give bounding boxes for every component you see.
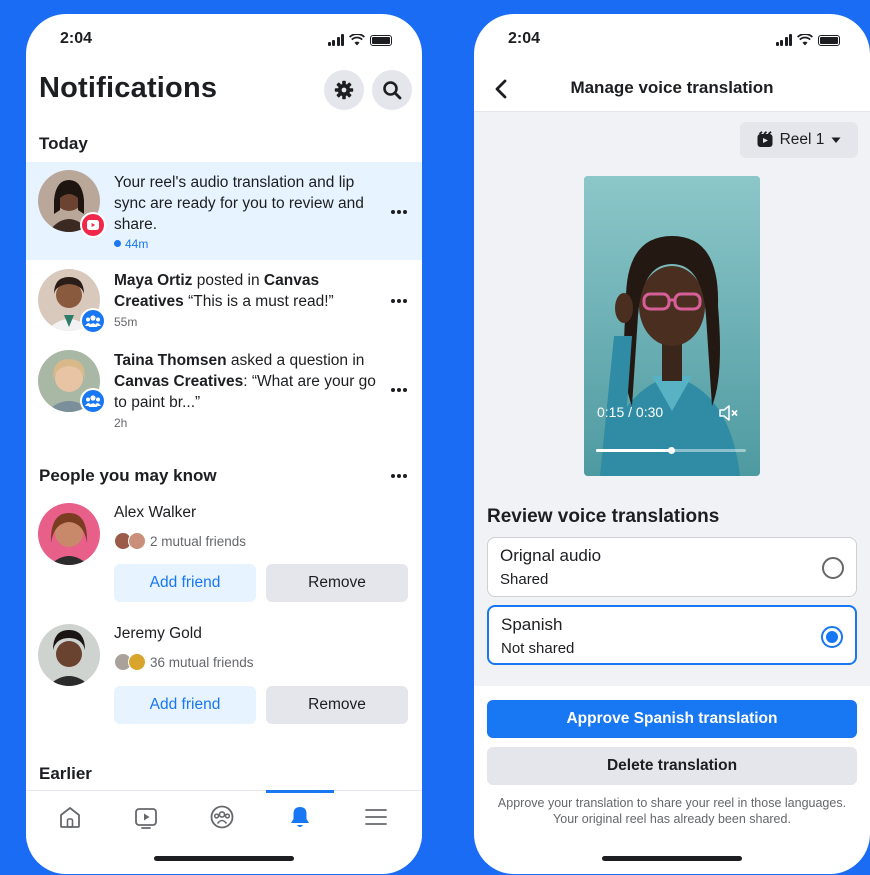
nav-header: Manage voice translation: [474, 66, 870, 112]
radio-button-selected[interactable]: [821, 626, 843, 648]
mutual-avatar: [128, 532, 146, 550]
mutual-friends: 36 mutual friends: [114, 653, 254, 671]
video-progress-track[interactable]: [596, 447, 746, 454]
status-bar: 2:04: [26, 30, 422, 54]
avatar: [38, 503, 100, 565]
home-indicator: [154, 856, 294, 861]
group-icon: [85, 315, 101, 327]
group-badge: [80, 308, 106, 334]
status-time: 2:04: [508, 30, 541, 47]
search-icon: [383, 81, 402, 100]
wifi-icon: [349, 34, 365, 46]
notification-time: 44m: [114, 237, 148, 251]
person-name[interactable]: Jeremy Gold: [114, 625, 202, 643]
more-options-button[interactable]: [389, 202, 409, 222]
bell-icon[interactable]: [286, 803, 314, 831]
signal-icon: [327, 34, 344, 46]
unread-dot: [114, 240, 121, 247]
reel-icon: [87, 220, 99, 230]
home-icon[interactable]: [56, 803, 84, 831]
notifications-screen: 2:04 Notifications Today Your reel's aud…: [26, 14, 422, 874]
mutual-avatar: [128, 653, 146, 671]
menu-icon[interactable]: [362, 803, 390, 831]
group-badge: [80, 388, 106, 414]
add-friend-button[interactable]: Add friend: [114, 564, 256, 602]
notification-item[interactable]: Maya Ortiz posted in Canvas Creatives “T…: [26, 264, 422, 338]
more-options-button[interactable]: [389, 291, 409, 311]
home-indicator: [602, 856, 742, 861]
video-player[interactable]: 0:15 / 0:30: [584, 176, 760, 476]
gear-icon: [334, 80, 354, 100]
notification-time: 55m: [114, 315, 138, 329]
radio-button[interactable]: [822, 557, 844, 579]
settings-button[interactable]: [324, 70, 364, 110]
mute-icon[interactable]: [718, 404, 740, 422]
groups-icon[interactable]: [208, 803, 236, 831]
group-icon: [85, 395, 101, 407]
search-button[interactable]: [372, 70, 412, 110]
avatar: [38, 624, 100, 686]
wifi-icon: [797, 34, 813, 46]
remove-button[interactable]: Remove: [266, 686, 408, 724]
notification-text: Maya Ortiz posted in Canvas Creatives “T…: [114, 272, 334, 310]
video-icon[interactable]: [132, 803, 160, 831]
section-earlier: Earlier: [39, 764, 92, 783]
option-spanish[interactable]: Spanish Not shared: [487, 605, 857, 665]
video-progress-fill: [596, 449, 671, 452]
delete-translation-button[interactable]: Delete translation: [487, 747, 857, 785]
status-time: 2:04: [60, 30, 93, 47]
pymk-more-button[interactable]: [389, 466, 409, 486]
section-today: Today: [39, 134, 88, 153]
reel-selector[interactable]: Reel 1: [740, 122, 858, 158]
mutual-friends: 2 mutual friends: [114, 532, 246, 550]
video-frame: [584, 176, 760, 476]
option-label: Orignal audio: [500, 546, 602, 565]
reel-badge: [80, 212, 106, 238]
person-name[interactable]: Alex Walker: [114, 504, 196, 522]
notification-item[interactable]: Taina Thomsen asked a question in Canvas…: [26, 344, 422, 434]
remove-button[interactable]: Remove: [266, 564, 408, 602]
option-label: Spanish: [501, 615, 563, 634]
approve-translation-button[interactable]: Approve Spanish translation: [487, 700, 857, 738]
section-review-voice-translations: Review voice translations: [487, 506, 720, 527]
page-title: Manage voice translation: [570, 78, 774, 97]
video-progress-handle[interactable]: [668, 447, 675, 454]
footnote-text: Approve your translation to share your r…: [497, 796, 847, 826]
manage-voice-translation-screen: 2:04 Manage voice translation Reel 1 0:1…: [474, 14, 870, 874]
add-friend-button[interactable]: Add friend: [114, 686, 256, 724]
battery-icon: [370, 34, 392, 46]
active-tab-indicator: [266, 790, 334, 793]
status-bar: 2:04: [474, 30, 870, 54]
page-title: Notifications: [39, 72, 218, 104]
caret-down-icon: [831, 137, 841, 143]
option-status: Not shared: [501, 640, 575, 657]
notification-text: Your reel's audio translation and lip sy…: [114, 174, 364, 233]
option-original-audio[interactable]: Orignal audio Shared: [487, 537, 857, 597]
notification-item[interactable]: Your reel's audio translation and lip sy…: [26, 162, 422, 260]
notification-text: Taina Thomsen asked a question in Canvas…: [114, 352, 376, 411]
notification-time: 2h: [114, 416, 128, 430]
option-status: Shared: [500, 571, 549, 588]
video-time: 0:15 / 0:30: [597, 404, 664, 420]
more-options-button[interactable]: [389, 380, 409, 400]
section-people-you-may-know: People you may know: [39, 466, 217, 485]
bottom-tab-bar: [26, 790, 422, 842]
signal-icon: [775, 34, 792, 46]
reel-selector-label: Reel 1: [779, 131, 825, 148]
battery-icon: [818, 34, 840, 46]
reel-icon: [757, 131, 773, 147]
